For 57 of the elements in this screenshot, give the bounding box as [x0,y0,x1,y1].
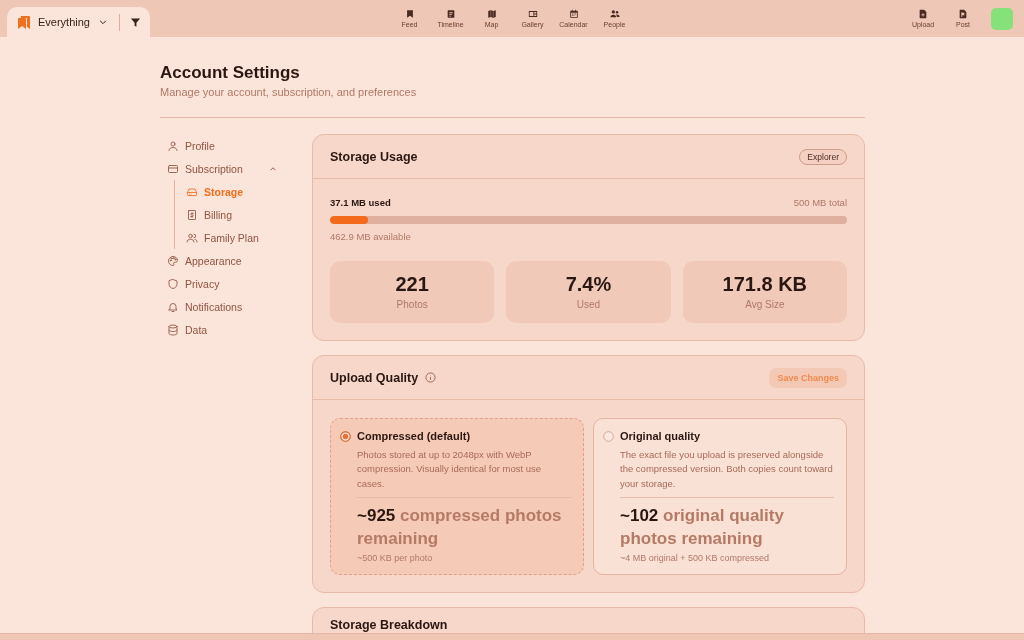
stat-label: Avg Size [745,299,785,311]
sidebar-item[interactable]: Billing [175,203,290,226]
image-icon [527,8,538,19]
chevron-down-icon [98,17,108,27]
sidebar-item[interactable]: Notifications [160,295,300,318]
stat-value: 221 [395,273,429,296]
map-icon [486,8,497,19]
stat-value: 171.8 KB [722,273,808,296]
bell-icon [167,300,179,313]
sidebar-item[interactable]: Appearance [160,249,300,272]
person-icon [167,139,179,152]
document-flag-icon [958,8,968,19]
people-icon [186,231,198,244]
option-description: Photos stored at up to 2048px with WebP compression. Visually identical for most use cases. [357,448,543,491]
card-title: Upload Quality [330,370,419,385]
sidebar-item[interactable]: Privacy [160,272,300,295]
used-amount: 37.1 MB used [330,197,391,209]
bookmark-icon [404,8,415,19]
plan-badge: Explorer [799,148,847,165]
remaining-estimate: ~925 compressed photos remaining [357,504,563,550]
document-plus-icon [918,8,928,19]
page-subtitle: Manage your account, subscription, and preferences [160,85,418,99]
people-icon [609,8,620,19]
filter-icon[interactable] [130,16,141,28]
sidebar-item[interactable]: Data [160,318,300,341]
size-note: ~4 MB original + 500 KB compressed [620,551,771,564]
scope-dropdown[interactable]: Everything [18,15,108,29]
total-amount: 500 MB total [793,197,847,209]
page-title: Account Settings [160,63,301,83]
radio-icon[interactable] [603,431,614,442]
shield-icon [167,277,179,290]
card-title: Storage Breakdown [330,617,448,632]
bookmarks-logo-icon [18,15,30,29]
available-amount: 462.9 MB available [330,231,412,243]
radio-icon[interactable] [340,431,351,442]
option-description: The exact file you upload is preserved alongside the compressed version. Both copies count toward your storage. [620,448,834,491]
document-icon [445,8,456,19]
card-icon [167,162,179,175]
dollar-receipt-icon [186,208,198,221]
sidebar-item[interactable]: Profile [160,134,300,157]
sidebar-item[interactable]: Subscription [160,157,300,180]
stat-value: 7.4% [565,273,612,296]
card-title: Storage Usage [330,149,418,164]
remaining-estimate: ~102 original quality photos remaining [620,504,785,550]
quality-option-card[interactable] [593,418,847,575]
calendar-icon [568,8,579,19]
info-icon[interactable] [425,372,437,383]
option-title: Original quality [620,429,702,444]
database-icon [167,323,179,336]
palette-icon [167,254,179,267]
stat-label: Photos [396,299,428,311]
quality-option-card[interactable]: Compressed (default) Photos stored at up to 2048px with WebP compression. Visually identical for most use cases. ~925 compressed photos remaining ~500 KB per photo [330,418,584,575]
option-title: Compressed (default) [357,429,472,444]
size-note: ~500 KB per photo [357,551,434,564]
stat-label: Used [576,299,601,311]
drive-icon [186,185,198,198]
sidebar-item[interactable]: Family Plan [175,226,290,249]
